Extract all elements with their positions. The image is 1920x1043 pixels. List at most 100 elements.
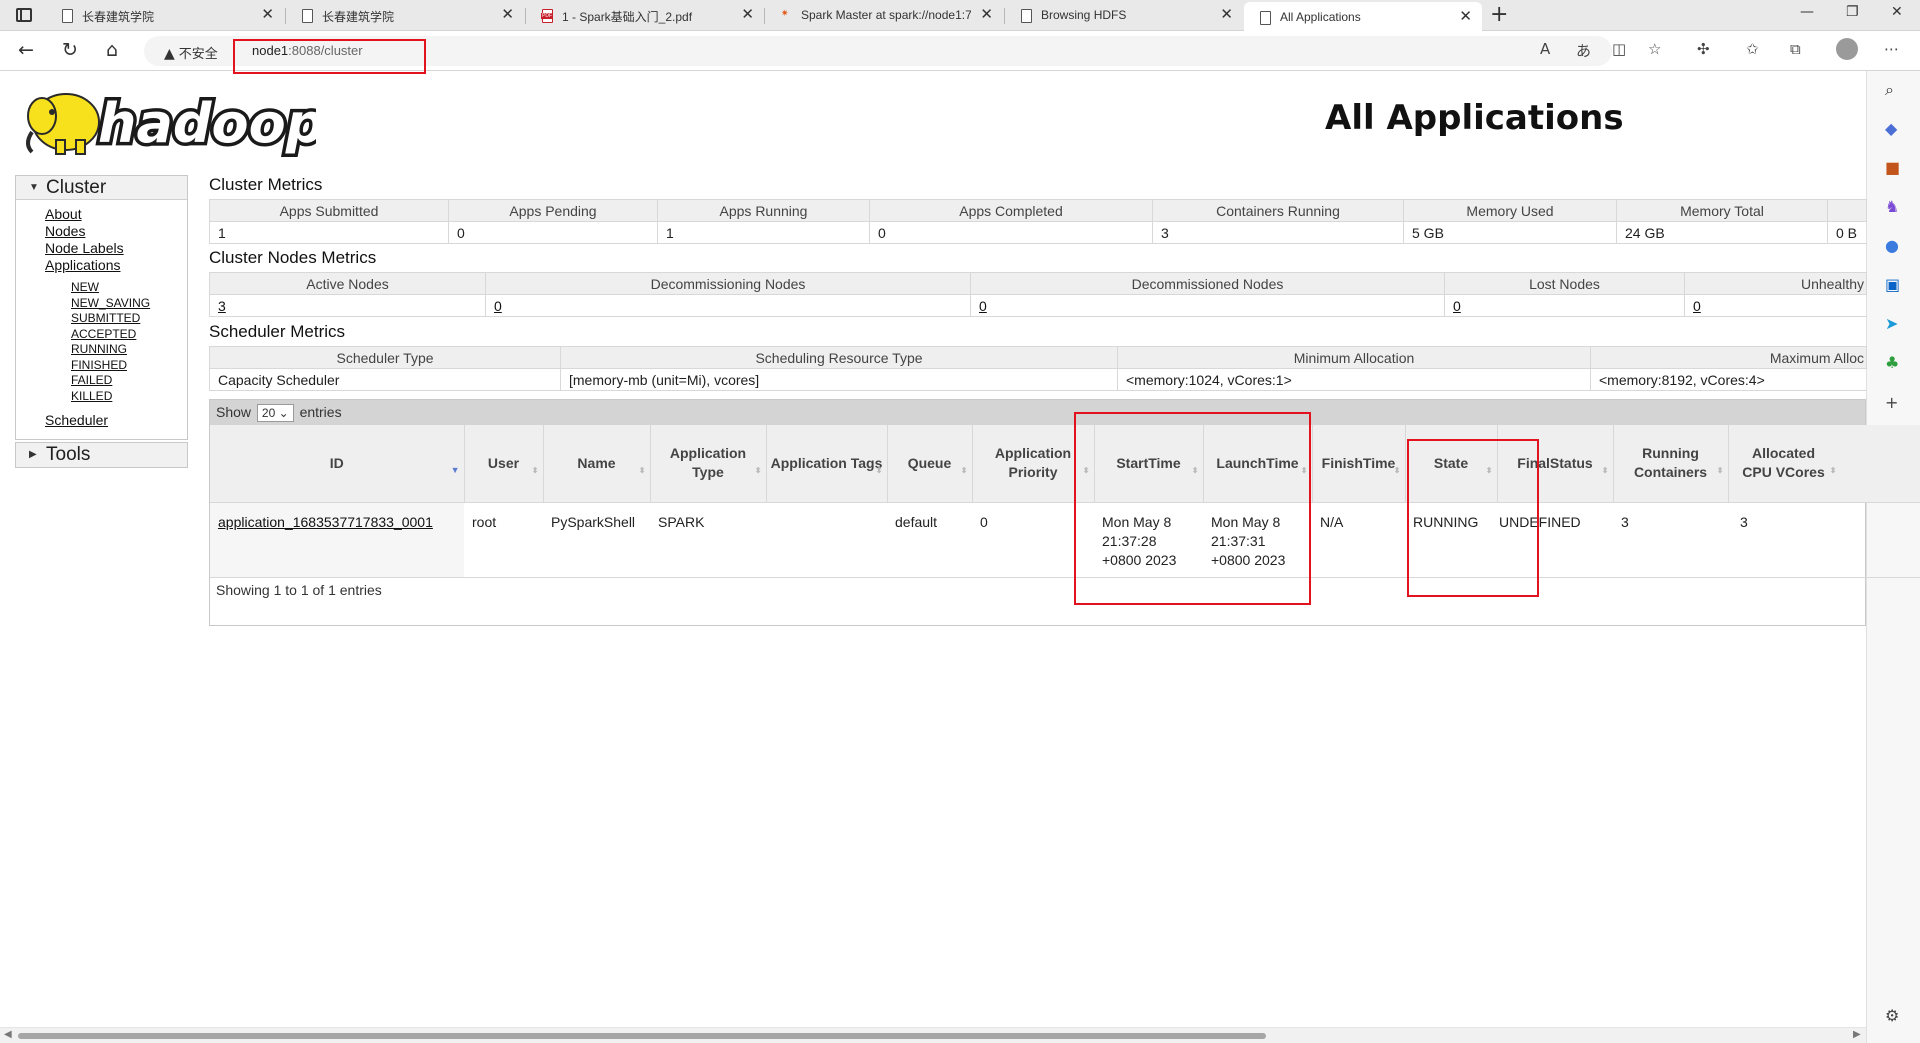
settings-icon[interactable]: ⚙ bbox=[1885, 1006, 1899, 1025]
read-aloud-icon[interactable]: A bbox=[1540, 40, 1550, 58]
collections-icon[interactable]: ⧉ bbox=[1790, 40, 1801, 58]
close-icon[interactable]: ✕ bbox=[261, 5, 274, 23]
state-link-running[interactable]: RUNNING bbox=[71, 342, 187, 358]
state-link-killed[interactable]: KILLED bbox=[71, 389, 187, 405]
horizontal-scrollbar[interactable]: ◀ ▶ bbox=[0, 1027, 1866, 1043]
cell-application-tags bbox=[766, 502, 887, 578]
cluster-nav: ▼ Cluster About Nodes Node Labels Applic… bbox=[15, 175, 188, 440]
sort-icon: ⬍ bbox=[1601, 466, 1609, 475]
collapse-icon: ▼ bbox=[29, 182, 39, 193]
games-icon[interactable]: ♞ bbox=[1885, 197, 1899, 216]
browser-tab-4[interactable]: ✷ Spark Master at spark://node1:7077 ✕ bbox=[765, 0, 1003, 31]
lost-nodes-link[interactable]: 0 bbox=[1453, 298, 1461, 314]
profile-avatar[interactable] bbox=[1836, 38, 1858, 60]
tab-actions-icon[interactable] bbox=[16, 8, 32, 22]
application-id-link[interactable]: application_1683537717833_0001 bbox=[218, 514, 433, 530]
favorites-list-icon[interactable]: ✩ bbox=[1746, 40, 1759, 58]
scrollbar-thumb[interactable] bbox=[18, 1033, 1266, 1039]
tag-icon[interactable]: ◆ bbox=[1885, 119, 1897, 138]
window-close-icon[interactable]: ✕ bbox=[1891, 4, 1903, 20]
sort-icon: ⬍ bbox=[1829, 466, 1837, 475]
cell-name: PySparkShell bbox=[543, 502, 650, 578]
home-icon[interactable]: ⌂ bbox=[106, 39, 118, 61]
column-header-finishtime[interactable]: FinishTime ⬍ bbox=[1312, 425, 1406, 503]
page-size-select[interactable]: 20 ⌄ bbox=[256, 404, 294, 422]
state-link-new-saving[interactable]: NEW_SAVING bbox=[71, 296, 187, 312]
column-header-running-containers[interactable]: Running Containers ⬍ bbox=[1613, 425, 1729, 503]
metric-value: 0 B bbox=[1827, 221, 1867, 244]
security-warning[interactable]: ▲ 不安全 bbox=[164, 43, 218, 62]
state-link-submitted[interactable]: SUBMITTED bbox=[71, 311, 187, 327]
tools-nav: ▶ Tools bbox=[15, 442, 188, 468]
new-tab-icon[interactable]: + bbox=[1490, 2, 1508, 27]
browser-tab-5[interactable]: Browsing HDFS ✕ bbox=[1005, 0, 1243, 31]
nav-link-node-labels[interactable]: Node Labels bbox=[45, 240, 187, 257]
search-icon[interactable]: ⌕ bbox=[1885, 80, 1894, 100]
active-nodes-link[interactable]: 3 bbox=[218, 298, 226, 314]
tools-nav-heading[interactable]: ▶ Tools bbox=[16, 443, 187, 467]
metric-value: 1 bbox=[209, 221, 449, 244]
tree-icon[interactable]: ♣ bbox=[1885, 353, 1899, 372]
send-icon[interactable]: ➤ bbox=[1885, 314, 1898, 333]
back-icon[interactable]: ← bbox=[18, 39, 34, 61]
restore-icon[interactable]: ❐ bbox=[1846, 4, 1859, 20]
state-link-finished[interactable]: FINISHED bbox=[71, 358, 187, 374]
briefcase-icon[interactable]: ■ bbox=[1885, 158, 1900, 177]
page-icon bbox=[302, 9, 313, 23]
cluster-nav-heading[interactable]: ▼ Cluster bbox=[16, 176, 187, 200]
show-label: Show bbox=[216, 404, 252, 420]
decommissioning-nodes-link[interactable]: 0 bbox=[494, 298, 502, 314]
scroll-left-icon[interactable]: ◀ bbox=[4, 1029, 12, 1040]
column-header-user[interactable]: User ⬍ bbox=[464, 425, 544, 503]
metric-value: 0 bbox=[448, 221, 658, 244]
metric-header: Memory Used bbox=[1403, 199, 1617, 222]
cluster-metrics-title: Cluster Metrics bbox=[209, 175, 323, 194]
browser-tab-1[interactable]: 长春建筑学院 ✕ bbox=[46, 0, 284, 31]
nav-link-about[interactable]: About bbox=[45, 206, 187, 223]
favorite-icon[interactable]: ☆ bbox=[1648, 40, 1661, 58]
sort-icon: ⬍ bbox=[875, 466, 883, 475]
metric-header: Lost Nodes bbox=[1444, 272, 1685, 295]
more-menu-icon[interactable]: ⋯ bbox=[1884, 40, 1899, 58]
close-icon[interactable]: ✕ bbox=[1459, 7, 1472, 25]
refresh-icon[interactable]: ↻ bbox=[62, 39, 78, 61]
nav-link-scheduler[interactable]: Scheduler bbox=[45, 412, 108, 428]
close-icon[interactable]: ✕ bbox=[501, 5, 514, 23]
minimize-icon[interactable]: — bbox=[1800, 4, 1814, 20]
copilot-icon[interactable]: ● bbox=[1885, 236, 1899, 255]
column-header-queue[interactable]: Queue ⬍ bbox=[887, 425, 973, 503]
state-link-new[interactable]: NEW bbox=[71, 280, 187, 296]
column-label: User bbox=[487, 454, 520, 471]
outlook-icon[interactable]: ▣ bbox=[1885, 275, 1900, 294]
state-link-failed[interactable]: FAILED bbox=[71, 373, 187, 389]
pdf-icon bbox=[541, 9, 553, 23]
browser-tab-3[interactable]: 1 - Spark基础入门_2.pdf ✕ bbox=[526, 0, 764, 31]
unhealthy-nodes-link[interactable]: 0 bbox=[1693, 298, 1701, 314]
page-title: All Applications bbox=[1325, 98, 1624, 138]
decommissioned-nodes-link[interactable]: 0 bbox=[979, 298, 987, 314]
column-header-application-tags[interactable]: Application Tags ⬍ bbox=[766, 425, 888, 503]
cluster-metrics-table: Apps Submitted Apps Pending Apps Running… bbox=[209, 199, 1867, 244]
add-icon[interactable]: + bbox=[1885, 393, 1898, 412]
column-header-name[interactable]: Name ⬍ bbox=[543, 425, 651, 503]
metric-value: 3 bbox=[1152, 221, 1404, 244]
state-link-accepted[interactable]: ACCEPTED bbox=[71, 327, 187, 343]
cell-id: application_1683537717833_0001 bbox=[210, 502, 464, 578]
close-icon[interactable]: ✕ bbox=[980, 5, 993, 23]
close-icon[interactable]: ✕ bbox=[741, 5, 754, 23]
scroll-right-icon[interactable]: ▶ bbox=[1853, 1029, 1861, 1040]
browser-tab-2[interactable]: 长春建筑学院 ✕ bbox=[286, 0, 524, 31]
extensions-icon[interactable]: ✣ bbox=[1697, 40, 1710, 58]
hadoop-logo[interactable]: hadoop bbox=[16, 82, 316, 160]
column-header-id[interactable]: ID ▼ bbox=[210, 425, 465, 503]
nav-link-applications[interactable]: Applications bbox=[45, 257, 187, 274]
translate-icon[interactable]: あ bbox=[1576, 40, 1591, 61]
column-header-application-type[interactable]: Application Type ⬍ bbox=[650, 425, 767, 503]
nav-link-nodes[interactable]: Nodes bbox=[45, 223, 187, 240]
browser-tab-6-active[interactable]: All Applications ✕ bbox=[1244, 2, 1482, 31]
split-screen-icon[interactable]: ◫ bbox=[1612, 40, 1626, 58]
tab-title: All Applications bbox=[1280, 10, 1361, 24]
close-icon[interactable]: ✕ bbox=[1220, 5, 1233, 23]
column-header-allocated-cpu-vcores[interactable]: Allocated CPU VCores ⬍ bbox=[1728, 425, 1920, 503]
cell-queue: default bbox=[887, 502, 972, 578]
